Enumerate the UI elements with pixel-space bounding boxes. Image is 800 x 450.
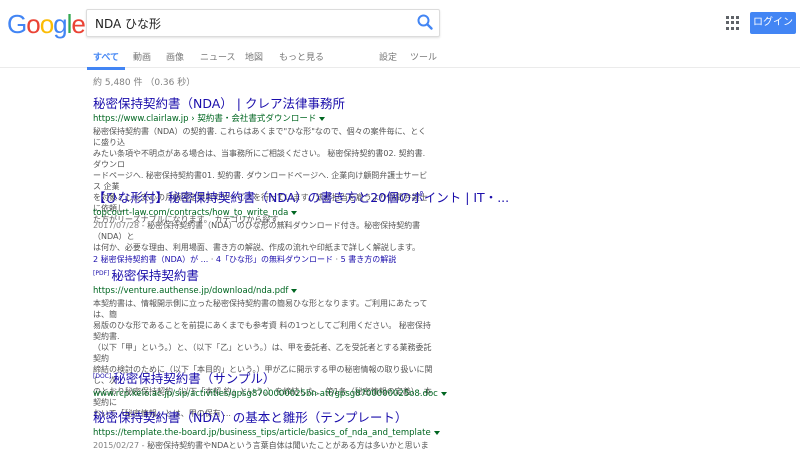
tab-tools[interactable]: ツール bbox=[410, 50, 437, 63]
dropdown-arrow-icon[interactable] bbox=[433, 430, 440, 435]
result-url-text: https://www.clairlaw.jp › 契約書・会社書式ダウンロード bbox=[93, 114, 317, 124]
result-title-link[interactable]: 秘密保持契約書（NDA） | クレア法律事務所 bbox=[93, 96, 433, 111]
result-url-text: https://venture.authense.jp/download/nda… bbox=[93, 286, 289, 297]
snippet-line: は何か、必要な理由、利用場面、書き方の解説、作成の流れや印紙まで詳しく解説します… bbox=[93, 243, 421, 252]
result-title-link[interactable]: 秘密保持契約書（NDA）の基本と雛形（テンプレート） bbox=[93, 410, 433, 425]
tab-all[interactable]: すべて bbox=[87, 50, 125, 70]
search-tabs: すべて 動画 画像 ニュース 地図 もっと見る 設定 ツール bbox=[87, 46, 800, 70]
result-snippet: 2017/07/28 - 秘密保持契約書（NDA）のひな形の無料ダウンロード付き… bbox=[93, 220, 433, 253]
result-url-text: www.rcp.keio.ac.jp/sip/activities/gpsg87… bbox=[93, 389, 438, 400]
header: Google ログイン すべて 動画 画像 ニュース 地図 もっと見る 設定 ツ… bbox=[0, 0, 800, 70]
result-url-text: https://template.the-board.jp/business_t… bbox=[93, 428, 431, 438]
snippet-line: みたい条項や不明点がある場合は、当事務所にご相談ください。 秘密保持契約書02.… bbox=[93, 149, 426, 169]
search-input[interactable] bbox=[95, 10, 395, 36]
tab-settings[interactable]: 設定 bbox=[379, 50, 397, 63]
tab-images[interactable]: 画像 bbox=[166, 50, 184, 63]
search-box bbox=[86, 9, 440, 37]
google-logo[interactable]: Google bbox=[7, 9, 86, 39]
result-stats: 約 5,480 件 （0.36 秒） bbox=[93, 78, 196, 88]
sitelink[interactable]: 5 書き方の解説 bbox=[341, 255, 397, 264]
dropdown-arrow-icon[interactable] bbox=[291, 288, 298, 293]
logo-letter: G bbox=[7, 9, 27, 39]
active-tab-indicator bbox=[87, 67, 125, 70]
tab-maps[interactable]: 地図 bbox=[245, 50, 263, 63]
snippet-line: ードページへ. 秘密保持契約書01. 契約書. ダウンロードページへ. 企業向け… bbox=[93, 171, 428, 191]
result-snippet: 2015/02/27 - 秘密保持契約書やNDAという言葉自体は聞いたことがある… bbox=[93, 440, 433, 450]
result-url: https://www.clairlaw.jp › 契約書・会社書式ダウンロード bbox=[93, 113, 433, 125]
login-button[interactable]: ログイン bbox=[750, 12, 796, 34]
logo-letter: e bbox=[71, 9, 86, 39]
search-result: 秘密保持契約書（NDA）の基本と雛形（テンプレート） https://templ… bbox=[93, 410, 440, 450]
dropdown-arrow-icon[interactable] bbox=[440, 391, 447, 396]
result-url: https://template.the-board.jp/business_t… bbox=[93, 427, 440, 439]
tab-video[interactable]: 動画 bbox=[133, 50, 151, 63]
result-date: 2015/02/27 - bbox=[93, 441, 148, 450]
search-icon[interactable] bbox=[416, 13, 434, 31]
result-sitelinks: 2 秘密保持契約書（NDA）が ... · 4「ひな形」の無料ダウンロード · … bbox=[93, 255, 397, 264]
snippet-line: 2017/07/28 - 秘密保持契約書（NDA）のひな形の無料ダウンロード付き… bbox=[93, 220, 433, 242]
snippet-line: 易版のひな形であることを前提にあくまでも参考資 料の1つとしてご利用ください。 … bbox=[93, 321, 431, 342]
result-title-link[interactable]: 【ひな形付】秘密保持契約書（NDA）の書き方と20個のポイント | IT・... bbox=[93, 190, 509, 205]
result-url: https://venture.authense.jp/download/nda… bbox=[93, 285, 433, 297]
dropdown-arrow-icon[interactable] bbox=[291, 210, 298, 215]
file-type-badge: [PDF] bbox=[93, 270, 110, 277]
result-url: www.rcp.keio.ac.jp/sip/activities/gpsg87… bbox=[93, 388, 447, 400]
logo-letter: o bbox=[39, 9, 55, 39]
snippet-line: （以下「甲」という。）と、（以下「乙」という。）は、甲を委託者、乙を受託者とする… bbox=[93, 343, 432, 364]
snippet-line: 2015/02/27 - 秘密保持契約書やNDAという言葉自体は聞いたことがある… bbox=[93, 440, 433, 450]
tab-all-label: すべて bbox=[93, 53, 120, 63]
snippet-line: 本契約書は、情報開示側に立った秘密保持契約書の簡易ひな形となります。ご利用にあた… bbox=[93, 299, 428, 320]
result-snippet: 本契約書は、情報開示側に立った秘密保持契約書の簡易ひな形となります。ご利用にあた… bbox=[93, 298, 433, 419]
tab-news[interactable]: ニュース bbox=[200, 50, 236, 63]
file-type-badge: [DOC] bbox=[93, 373, 112, 380]
result-date: 2017/07/28 - bbox=[93, 221, 148, 230]
apps-grid-icon[interactable] bbox=[726, 16, 740, 30]
result-title-link[interactable]: 秘密保持契約書（サンプル） bbox=[113, 371, 275, 386]
logo-letter: g bbox=[53, 9, 68, 39]
result-title: [DOC] 秘密保持契約書（サンプル） bbox=[93, 369, 433, 386]
result-url: topcourt-law.com/contracts/how_to_write_… bbox=[93, 207, 433, 219]
search-result: 【ひな形付】秘密保持契約書（NDA）の書き方と20個のポイント | IT・...… bbox=[93, 190, 509, 266]
sitelink[interactable]: 2 秘密保持契約書（NDA）が ... bbox=[93, 255, 208, 264]
sitelink[interactable]: 4「ひな形」の無料ダウンロード bbox=[216, 255, 333, 264]
result-title-link[interactable]: 秘密保持契約書 bbox=[111, 268, 199, 283]
result-title: [PDF] 秘密保持契約書 bbox=[93, 266, 433, 283]
search-result: [DOC] 秘密保持契約書（サンプル） www.rcp.keio.ac.jp/si… bbox=[93, 369, 447, 400]
logo-letter: o bbox=[26, 9, 41, 39]
snippet-line: 秘密保持契約書（NDA）の契約書. これらはあくまで"ひな形"なので、個々の案件… bbox=[93, 127, 427, 147]
dropdown-arrow-icon[interactable] bbox=[319, 116, 326, 121]
result-url-text: topcourt-law.com/contracts/how_to_write_… bbox=[93, 208, 289, 218]
tab-more[interactable]: もっと見る bbox=[279, 50, 324, 63]
